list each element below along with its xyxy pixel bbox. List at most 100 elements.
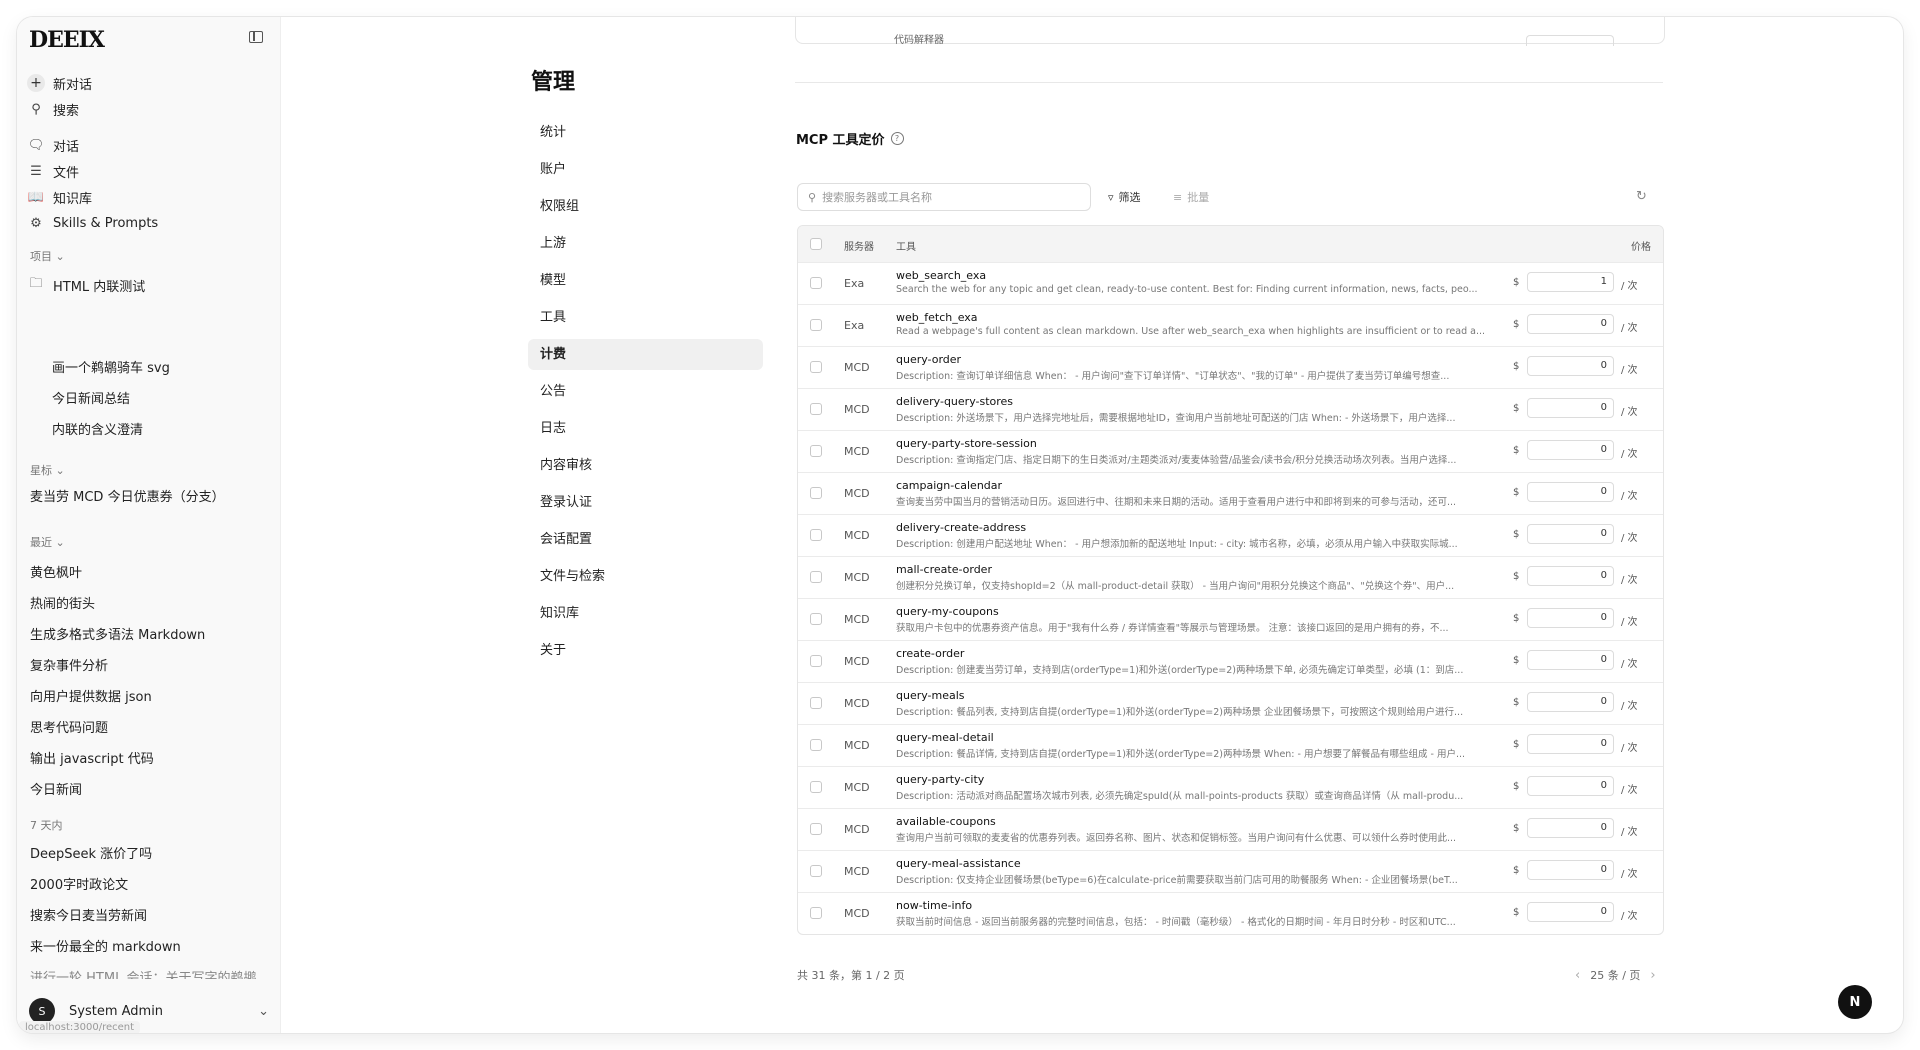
admin-nav-announcements[interactable]: 公告 (528, 376, 763, 407)
tool-cell: delivery-query-stores Description: 外送场景下，… (896, 395, 1488, 424)
admin-nav-moderation[interactable]: 内容审核 (528, 450, 763, 481)
row-checkbox[interactable] (810, 739, 822, 751)
currency-label: $ (1513, 655, 1520, 666)
server-cell: Exa (844, 319, 865, 332)
admin-nav-upstream[interactable]: 上游 (528, 228, 763, 259)
recent-chat-item[interactable]: 生成多格式多语法 Markdown (30, 624, 270, 643)
sidebar-item-skills[interactable]: ⚙ Skills & Prompts (27, 209, 267, 237)
price-input[interactable]: 0 (1527, 356, 1614, 376)
week-chat-item[interactable]: 2000字时政论文 (30, 874, 270, 893)
starred-chat-item[interactable]: 麦当劳 MCD 今日优惠券（分支） (30, 486, 270, 505)
admin-nav-knowledge-base[interactable]: 知识库 (528, 598, 763, 629)
row-checkbox[interactable] (810, 907, 822, 919)
row-checkbox[interactable] (810, 403, 822, 415)
row-checkbox[interactable] (810, 571, 822, 583)
row-checkbox[interactable] (810, 319, 822, 331)
admin-nav-permission-groups[interactable]: 权限组 (528, 191, 763, 222)
server-cell: Exa (844, 277, 865, 290)
admin-nav-login-auth[interactable]: 登录认证 (528, 487, 763, 518)
row-checkbox[interactable] (810, 655, 822, 667)
recent-section-header[interactable]: 最近 ⌄ (30, 534, 65, 550)
filter-button[interactable]: ▿ 筛选 (1108, 189, 1141, 205)
row-checkbox[interactable] (810, 529, 822, 541)
recent-chat-item[interactable]: 复杂事件分析 (30, 655, 270, 674)
row-checkbox[interactable] (810, 277, 822, 289)
projects-section-header[interactable]: 项目 ⌄ (30, 248, 65, 264)
price-input[interactable]: 0 (1527, 818, 1614, 838)
admin-nav-billing[interactable]: 计费 (528, 339, 763, 370)
tool-cell: query-party-city Description: 活动派对商品配置场次城… (896, 773, 1488, 802)
admin-nav-session-config[interactable]: 会话配置 (528, 524, 763, 555)
price-input[interactable]: 0 (1527, 440, 1614, 460)
admin-nav-stats[interactable]: 统计 (528, 117, 763, 148)
project-item[interactable]: 🗀 HTML 内联测试 (27, 271, 267, 299)
row-checkbox[interactable] (810, 865, 822, 877)
recent-chat-item[interactable]: 黄色枫叶 (30, 562, 270, 581)
project-chat-item[interactable]: 画一个鹈鹕骑车 svg (52, 357, 292, 376)
recent-chat-item[interactable]: 今日新闻 (30, 779, 270, 798)
row-checkbox[interactable] (810, 445, 822, 457)
admin-nav-logs[interactable]: 日志 (528, 413, 763, 444)
price-input[interactable]: 0 (1527, 524, 1614, 544)
week-chat-item[interactable]: DeepSeek 涨价了吗 (30, 843, 270, 862)
price-input[interactable]: 0 (1527, 734, 1614, 754)
week-chat-item[interactable]: 进行一轮 HTML 会话：关于写字的鹈鹕 (30, 967, 270, 979)
logo: DEEIX (29, 27, 105, 53)
project-chat-item[interactable]: 今日新闻总结 (52, 388, 292, 407)
select-all-checkbox[interactable] (810, 238, 822, 250)
price-input[interactable]: 1 (1527, 272, 1614, 292)
price-input[interactable]: 0 (1527, 776, 1614, 796)
help-icon[interactable]: ? (890, 132, 904, 145)
price-input[interactable]: 0 (1527, 482, 1614, 502)
tool-name: query-my-coupons (896, 605, 999, 618)
week-chat-item[interactable]: 来一份最全的 markdown (30, 936, 270, 955)
sidebar-item-files[interactable]: ☰ 文件 (27, 157, 267, 185)
admin-nav-accounts[interactable]: 账户 (528, 154, 763, 185)
starred-section-header[interactable]: 星标 ⌄ (30, 462, 65, 478)
recent-chat-item[interactable]: 思考代码问题 (30, 717, 270, 736)
row-checkbox[interactable] (810, 781, 822, 793)
admin-nav-models[interactable]: 模型 (528, 265, 763, 296)
table-row: MCD query-meal-assistance Description: 仅支持… (798, 850, 1663, 892)
price-input[interactable]: 0 (1527, 314, 1614, 334)
price-input[interactable]: 0 (1527, 692, 1614, 712)
recent-chat-item[interactable]: 输出 javascript 代码 (30, 748, 270, 767)
batch-button[interactable]: ≡ 批量 (1173, 189, 1209, 205)
price-input[interactable]: 0 (1527, 608, 1614, 628)
search-input[interactable]: ⚲ 搜索服务器或工具名称 (797, 183, 1091, 211)
new-chat-button[interactable]: + 新对话 (27, 69, 267, 97)
price-input[interactable]: 0 (1527, 566, 1614, 586)
price-input[interactable]: 0 (1527, 860, 1614, 880)
sidebar-item-chat[interactable]: 🗨 对话 (27, 131, 267, 159)
search-button[interactable]: ⚲ 搜索 (27, 95, 267, 123)
price-input[interactable]: 0 (1527, 902, 1614, 922)
admin-nav-tools[interactable]: 工具 (528, 302, 763, 333)
page-size-select[interactable]: 25 条 / 页 (1590, 967, 1640, 983)
server-cell: MCD (844, 697, 870, 710)
table-row: MCD delivery-create-address Description: 创… (798, 514, 1663, 556)
week-chat-item[interactable]: 搜索今日麦当劳新闻 (30, 905, 270, 924)
price-input[interactable]: 0 (1527, 398, 1614, 418)
row-checkbox[interactable] (810, 361, 822, 373)
row-checkbox[interactable] (810, 487, 822, 499)
row-checkbox[interactable] (810, 697, 822, 709)
price-input[interactable]: 0 (1527, 650, 1614, 670)
recent-chat-item[interactable]: 热闹的街头 (30, 593, 270, 612)
sidebar-toggle-icon[interactable] (249, 31, 263, 43)
admin-nav-about[interactable]: 关于 (528, 635, 763, 666)
unit-label: / 次 (1621, 281, 1638, 292)
prev-page-icon[interactable]: ‹ (1575, 968, 1580, 983)
tool-name: web_fetch_exa (896, 311, 978, 324)
admin-nav-files-retrieval[interactable]: 文件与检索 (528, 561, 763, 592)
table-row: MCD query-order Description: 查询订单详细信息 When… (798, 346, 1663, 388)
row-checkbox[interactable] (810, 823, 822, 835)
next-page-icon[interactable]: › (1650, 968, 1655, 983)
server-cell: MCD (844, 487, 870, 500)
refresh-icon[interactable]: ↻ (1636, 189, 1647, 204)
row-checkbox[interactable] (810, 613, 822, 625)
floating-badge[interactable]: N (1838, 985, 1872, 1019)
project-chat-item[interactable]: 内联的含义澄清 (52, 419, 292, 438)
recent-chat-item[interactable]: 向用户提供数据 json (30, 686, 270, 705)
previous-card-input[interactable] (1526, 35, 1614, 46)
sidebar-item-knowledge[interactable]: 📖 知识库 (27, 183, 267, 211)
